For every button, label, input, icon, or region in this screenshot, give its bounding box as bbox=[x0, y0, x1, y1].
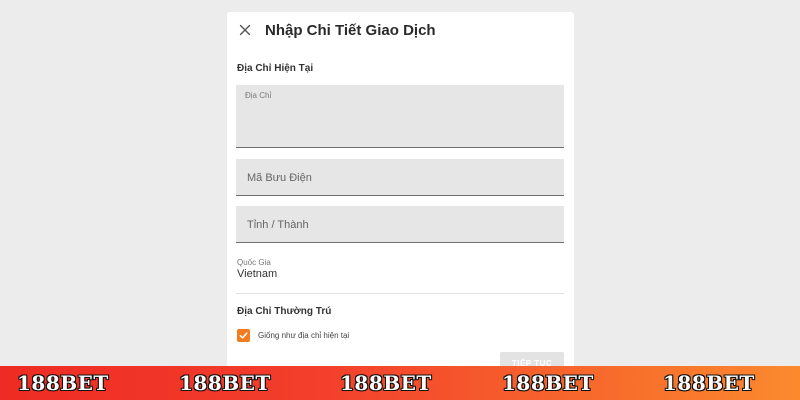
close-icon bbox=[239, 24, 251, 36]
close-button[interactable] bbox=[235, 20, 255, 40]
postal-code-placeholder: Mã Bưu Điện bbox=[247, 172, 312, 184]
dialog-header: Nhập Chi Tiết Giao Dịch bbox=[227, 12, 574, 50]
province-placeholder: Tỉnh / Thành bbox=[247, 219, 309, 231]
same-as-current-row[interactable]: Giống như địa chỉ hiện tại bbox=[237, 328, 349, 342]
brand-logo-text: 188BET bbox=[502, 371, 594, 395]
same-as-current-label: Giống như địa chỉ hiện tại bbox=[258, 330, 350, 340]
checkmark-icon bbox=[239, 331, 248, 339]
dialog-title: Nhập Chi Tiết Giao Dịch bbox=[265, 22, 436, 39]
section-divider bbox=[236, 293, 564, 294]
brand-watermark-banner: 188BET 188BET 188BET 188BET 188BET bbox=[0, 366, 800, 400]
province-field[interactable]: Tỉnh / Thành bbox=[236, 206, 564, 243]
brand-logo-text: 188BET bbox=[340, 371, 432, 395]
country-value[interactable]: Vietnam bbox=[237, 268, 277, 280]
brand-logo-text: 188BET bbox=[179, 371, 271, 395]
address-field[interactable]: Địa Chỉ bbox=[236, 85, 564, 148]
postal-code-field[interactable]: Mã Bưu Điện bbox=[236, 159, 564, 196]
country-label: Quốc Gia bbox=[237, 258, 271, 267]
permanent-address-heading: Địa Chỉ Thường Trú bbox=[237, 306, 332, 317]
same-as-current-checkbox[interactable] bbox=[237, 328, 250, 342]
brand-logo-text: 188BET bbox=[663, 371, 755, 395]
address-field-label: Địa Chỉ bbox=[245, 91, 272, 100]
current-address-heading: Địa Chỉ Hiện Tại bbox=[237, 63, 314, 74]
transaction-details-dialog: Nhập Chi Tiết Giao Dịch Địa Chỉ Hiện Tại… bbox=[227, 12, 574, 392]
brand-logo-text: 188BET bbox=[17, 371, 109, 395]
